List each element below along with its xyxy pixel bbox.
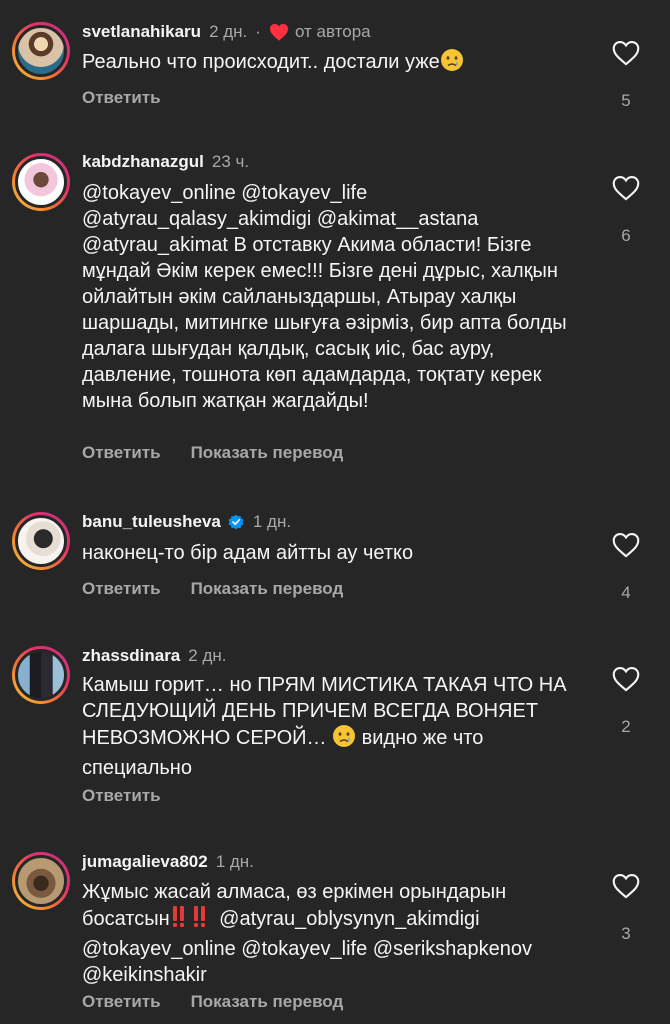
- username[interactable]: svetlanahikaru: [82, 21, 201, 43]
- username[interactable]: banu_tuleusheva: [82, 511, 221, 533]
- heart-outline-icon[interactable]: [612, 873, 640, 903]
- comment-actions: Ответить: [82, 88, 161, 108]
- crying-face-emoji: [332, 724, 356, 755]
- heart-filled-icon: [269, 23, 289, 41]
- comment-meta: jumagalieva802 1 дн.: [82, 851, 254, 873]
- heart-outline-icon[interactable]: [612, 40, 640, 70]
- like-column: 5: [606, 40, 646, 111]
- username[interactable]: zhassdinara: [82, 645, 180, 667]
- like-count: 5: [621, 91, 631, 110]
- timestamp: 1 дн.: [252, 512, 292, 531]
- timestamp: 1 дн.: [215, 852, 254, 871]
- avatar[interactable]: [12, 852, 70, 910]
- comment-meta: svetlanahikaru 2 дн. · от автора: [82, 21, 371, 43]
- reply-button[interactable]: Ответить: [82, 88, 161, 108]
- comment-text: @tokayev_online @tokayev_life @atyrau_qa…: [82, 182, 567, 412]
- like-column: 2: [606, 666, 646, 737]
- timestamp: 2 дн.: [209, 22, 248, 41]
- avatar[interactable]: [12, 153, 70, 211]
- like-count: 4: [621, 583, 631, 602]
- avatar[interactable]: [12, 512, 70, 570]
- like-count: 6: [621, 226, 631, 245]
- translate-button[interactable]: Показать перевод: [191, 992, 344, 1012]
- comment-actions: Ответить: [82, 786, 161, 806]
- comment-text: Жұмыс жасай алмаса, өз еркімен орындарын…: [82, 881, 533, 986]
- comment-text: Реально что происходит.. достали уже: [82, 48, 582, 79]
- like-column: 4: [606, 532, 646, 603]
- comment-actions: Ответить Показать перевод: [82, 992, 343, 1012]
- timestamp: 2 дн.: [188, 646, 227, 665]
- double-exclamation-emoji: [170, 905, 214, 936]
- like-count: 2: [621, 717, 631, 736]
- verified-badge-icon: [227, 513, 245, 531]
- comment-meta: zhassdinara 2 дн.: [82, 645, 226, 667]
- like-count: 3: [621, 924, 631, 943]
- like-column: 3: [606, 873, 646, 944]
- comment-meta: banu_tuleusheva 1 дн.: [82, 511, 291, 533]
- heart-outline-icon[interactable]: [612, 666, 640, 696]
- username[interactable]: jumagalieva802: [82, 851, 208, 873]
- comment-actions: Ответить Показать перевод: [82, 579, 343, 599]
- reply-button[interactable]: Ответить: [82, 786, 161, 806]
- author-liked-label: от автора: [294, 22, 371, 41]
- translate-button[interactable]: Показать перевод: [191, 443, 344, 463]
- translate-button[interactable]: Показать перевод: [191, 579, 344, 599]
- comment-actions: Ответить Показать перевод: [82, 443, 343, 463]
- reply-button[interactable]: Ответить: [82, 992, 161, 1012]
- username[interactable]: kabdzhanazgul: [82, 151, 204, 173]
- avatar[interactable]: [12, 646, 70, 704]
- reply-button[interactable]: Ответить: [82, 443, 161, 463]
- avatar[interactable]: [12, 22, 70, 80]
- heart-outline-icon[interactable]: [612, 175, 640, 205]
- heart-outline-icon[interactable]: [612, 532, 640, 562]
- comment-text: Камыш горит… но ПРЯМ МИСТИКА ТАКАЯ ЧТО Н…: [82, 674, 567, 779]
- comment-text: наконец-то бір адам айтты ау четко: [82, 542, 414, 564]
- crying-face-emoji: [440, 48, 464, 79]
- like-column: 6: [606, 175, 646, 246]
- timestamp: 23 ч.: [211, 152, 250, 171]
- separator-dot: ·: [255, 22, 261, 41]
- comment-meta: kabdzhanazgul 23 ч.: [82, 151, 249, 173]
- reply-button[interactable]: Ответить: [82, 579, 161, 599]
